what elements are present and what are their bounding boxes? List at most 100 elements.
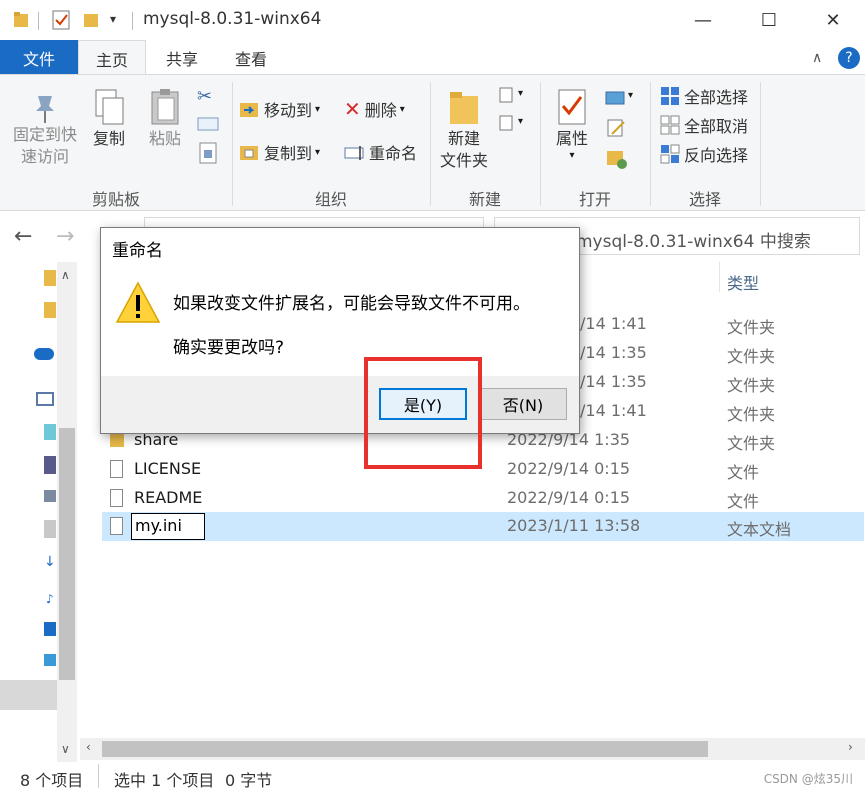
copy-icon <box>92 88 126 128</box>
tab-file[interactable]: 文件 <box>0 40 78 75</box>
file-type: 文本文档 <box>727 520 792 539</box>
separator <box>98 764 99 788</box>
horizontal-scrollbar-thumb[interactable] <box>102 741 708 757</box>
tab-view[interactable]: 查看 <box>218 40 284 75</box>
delete-button[interactable]: ✕ 删除 ▾ <box>344 96 405 122</box>
no-button[interactable]: 否(N) <box>479 388 567 420</box>
rename-input[interactable]: my.ini <box>131 513 205 540</box>
paste-shortcut-icon[interactable] <box>199 142 217 164</box>
maximize-button[interactable]: ☐ <box>746 0 792 40</box>
forward-arrow-icon[interactable]: → <box>56 224 74 249</box>
open-icon[interactable]: ▾ <box>604 88 640 108</box>
copy-to-button[interactable]: 复制到 ▾ <box>240 139 320 165</box>
table-row[interactable]: LICENSE 2022/9/14 0:15 文件 <box>102 455 864 484</box>
dropdown-arrow-icon: ▾ <box>315 103 321 115</box>
text-file-icon <box>110 517 123 535</box>
table-row[interactable]: README 2022/9/14 0:15 文件 <box>102 484 864 513</box>
quick-access-folder-icon[interactable] <box>44 270 56 286</box>
new-folder-icon <box>448 88 480 128</box>
scroll-left-icon[interactable]: ‹ <box>86 740 91 754</box>
select-none-icon <box>660 115 680 135</box>
paste-label: 粘贴 <box>148 129 181 148</box>
select-all-label: 全部选择 <box>684 88 749 107</box>
dropdown-arrow-icon: ▾ <box>569 150 575 161</box>
dialog-question: 确实要更改吗? <box>173 338 285 358</box>
table-row-selected[interactable]: my.ini 2023/1/11 13:58 文本文档 <box>102 512 864 541</box>
separator <box>38 12 39 30</box>
row-date-partial: /14 1:35 <box>580 372 647 391</box>
help-icon[interactable]: ? <box>838 47 860 69</box>
back-arrow-icon[interactable]: ← <box>14 224 32 249</box>
file-date: 2022/9/14 0:15 <box>507 459 631 478</box>
videos-icon[interactable] <box>44 456 56 474</box>
select-none-button[interactable]: 全部取消 <box>660 113 748 137</box>
rename-dialog: 重命名 如果改变文件扩展名，可能会导致文件不可用。 确实要更改吗? 是(Y) 否… <box>100 227 580 434</box>
file-type: 文件夹 <box>727 434 776 453</box>
dialog-title: 重命名 <box>112 241 163 261</box>
downloads-icon[interactable]: ↓ <box>44 554 56 570</box>
nav-item-selected[interactable] <box>0 680 57 710</box>
this-pc-icon[interactable] <box>36 392 54 406</box>
windows-drive-icon[interactable] <box>44 654 56 666</box>
select-all-icon <box>660 86 680 106</box>
3d-objects-icon[interactable] <box>44 424 56 440</box>
onedrive-icon[interactable] <box>34 348 54 360</box>
row-date-partial: /14 1:41 <box>580 401 647 420</box>
move-to-button[interactable]: 移动到 ▾ <box>240 96 320 122</box>
scroll-right-icon[interactable]: › <box>848 740 853 754</box>
history-icon[interactable] <box>606 148 628 170</box>
status-size: 0 字节 <box>225 771 273 790</box>
properties-quick-icon[interactable] <box>52 10 70 30</box>
collapse-ribbon-icon[interactable]: ∧ <box>812 50 822 66</box>
dropdown-arrow-icon: ▾ <box>315 146 321 158</box>
move-to-label: 移动到 <box>264 101 313 120</box>
row-date-partial: /14 1:35 <box>580 343 647 362</box>
pin-quick-access-button[interactable]: 固定到快 速访问 <box>8 88 82 178</box>
music-icon[interactable]: ♪ <box>46 592 54 606</box>
row-type: 文件夹 <box>727 405 776 424</box>
properties-label: 属性 <box>555 129 588 148</box>
select-none-label: 全部取消 <box>684 117 749 136</box>
copy-path-icon[interactable] <box>197 116 219 131</box>
documents-icon[interactable] <box>44 520 56 538</box>
column-header-type[interactable]: 类型 <box>727 270 759 294</box>
edit-icon[interactable] <box>606 118 626 138</box>
scroll-up-icon[interactable]: ∧ <box>61 268 70 282</box>
watermark: CSDN @炫35川 <box>763 772 853 786</box>
close-button[interactable]: ✕ <box>810 0 856 40</box>
folder-icon[interactable] <box>44 302 56 318</box>
move-to-icon <box>240 100 260 118</box>
delete-icon: ✕ <box>344 97 361 121</box>
file-type: 文件 <box>727 492 760 511</box>
scroll-down-icon[interactable]: ∨ <box>61 742 70 756</box>
new-folder-button[interactable]: 新建 文件夹 <box>436 88 492 180</box>
tab-home[interactable]: 主页 <box>78 40 146 76</box>
customize-quick-access-icon[interactable]: ▾ <box>110 12 116 26</box>
select-all-button[interactable]: 全部选择 <box>660 84 748 108</box>
new-item-icon[interactable]: ▾ <box>498 86 530 106</box>
paste-button[interactable]: 粘贴 <box>144 88 186 178</box>
properties-button[interactable]: 属性 ▾ <box>548 88 596 178</box>
invert-selection-icon <box>660 144 680 164</box>
window-title: mysql-8.0.31-winx64 <box>143 9 322 29</box>
minimize-button[interactable]: — <box>680 0 726 40</box>
tab-share[interactable]: 共享 <box>150 40 214 75</box>
rename-label: 重命名 <box>369 144 418 163</box>
copy-to-label: 复制到 <box>264 144 313 163</box>
cut-icon[interactable]: ✂ <box>197 86 219 108</box>
separator <box>132 12 133 30</box>
file-date: 2022/9/14 0:15 <box>507 488 631 507</box>
dialog-message: 如果改变文件扩展名，可能会导致文件不可用。 <box>173 294 530 314</box>
dropdown-arrow-icon: ▾ <box>399 103 405 115</box>
rename-button[interactable]: 重命名 <box>344 139 417 165</box>
nav-scrollbar-thumb[interactable] <box>59 428 75 680</box>
new-folder-quick-icon[interactable] <box>84 12 100 28</box>
pictures-icon[interactable] <box>44 490 56 502</box>
invert-selection-button[interactable]: 反向选择 <box>660 142 748 166</box>
pin-label-1: 固定到快 <box>12 125 77 144</box>
new-group-label: 新建 <box>468 190 501 209</box>
easy-access-icon[interactable]: ▾ <box>498 114 530 134</box>
copy-button[interactable]: 复制 <box>88 88 130 178</box>
row-date-partial: /14 1:41 <box>580 314 647 333</box>
desktop-icon[interactable] <box>44 622 56 636</box>
